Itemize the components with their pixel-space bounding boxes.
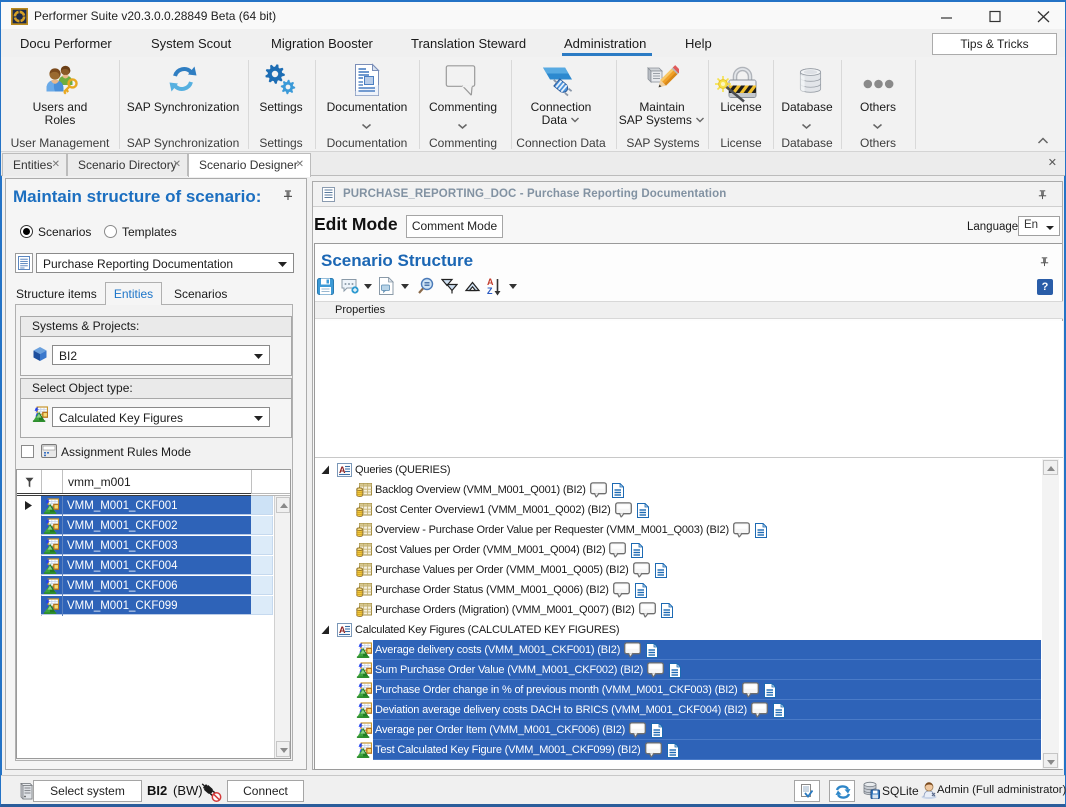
svg-text:Z: Z: [487, 286, 493, 296]
